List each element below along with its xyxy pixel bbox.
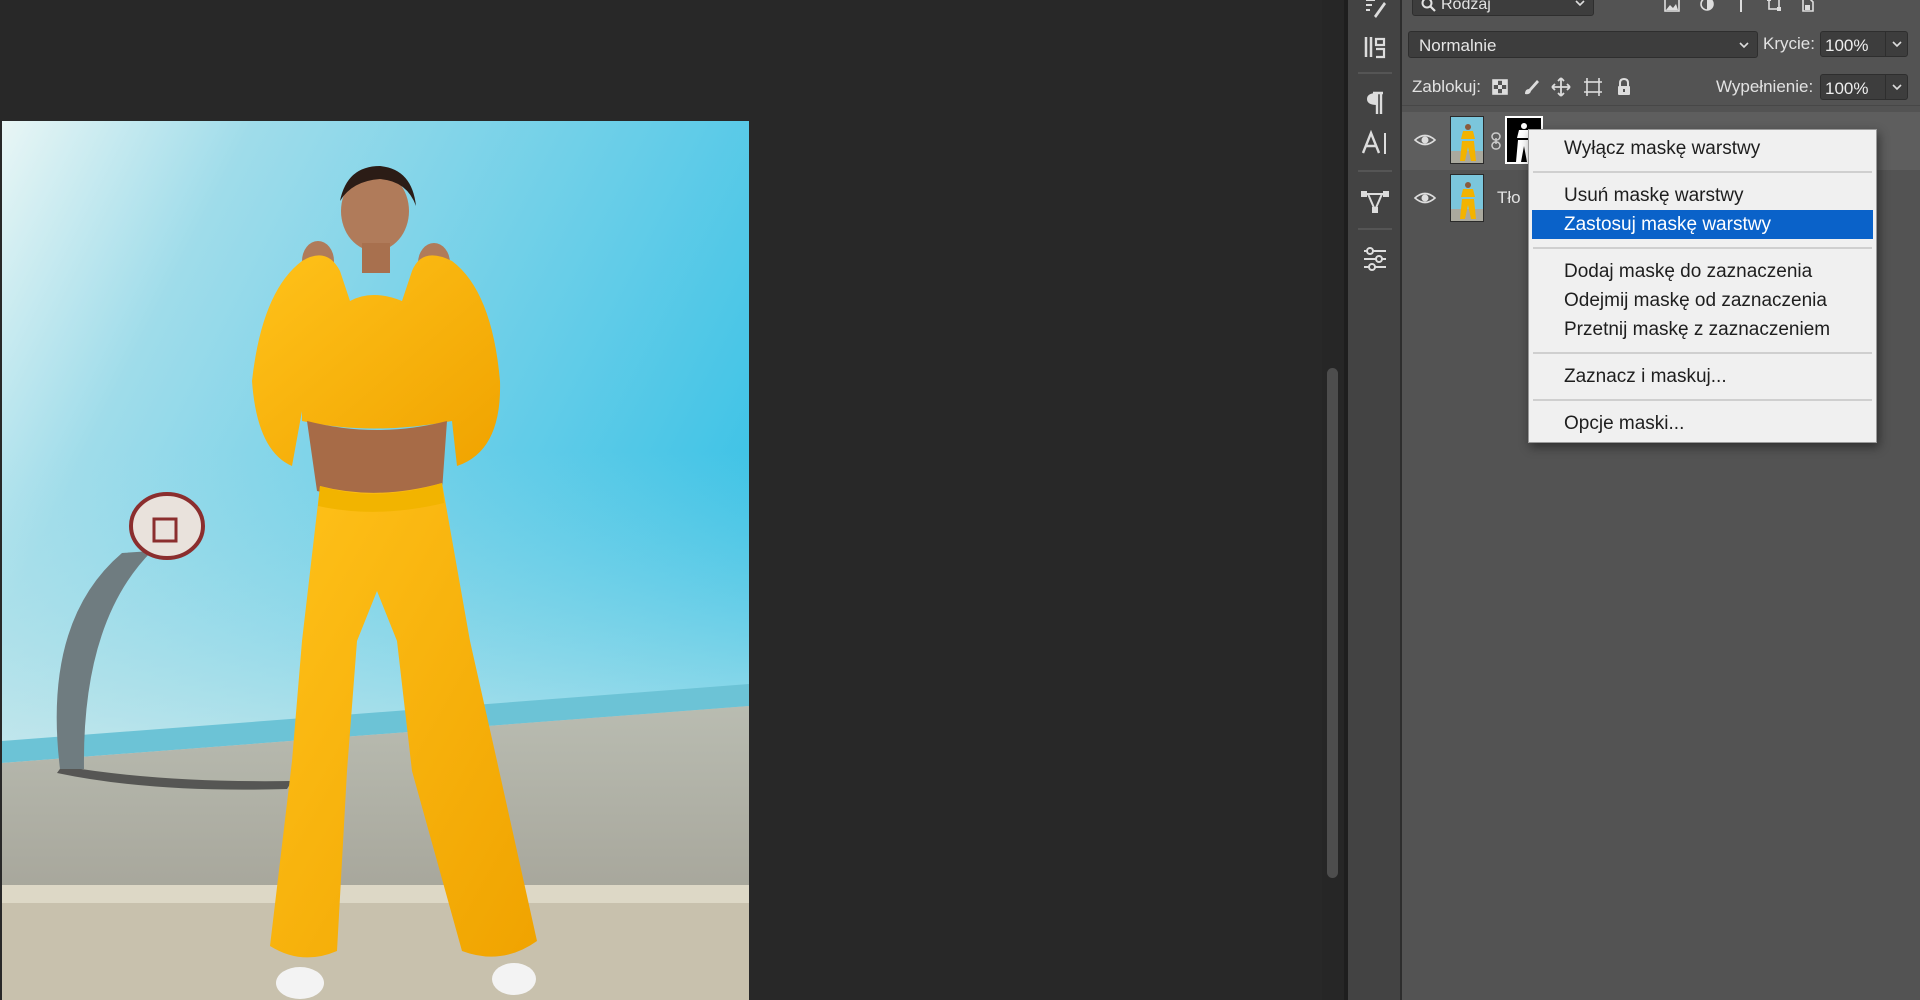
filter-adjustment-icon[interactable] — [1697, 0, 1717, 16]
canvas-scrollbar-thumb[interactable] — [1327, 368, 1338, 878]
clone-source-icon[interactable] — [1358, 30, 1392, 64]
lock-transparent-pixels-icon[interactable] — [1489, 76, 1511, 98]
chevron-down-icon — [1575, 0, 1585, 7]
menu-separator — [1533, 171, 1872, 173]
lock-image-pixels-icon[interactable] — [1520, 76, 1542, 98]
filter-shape-icon[interactable] — [1764, 0, 1784, 16]
menu-item-mask-options[interactable]: Opcje maski... — [1532, 409, 1873, 438]
menu-item-apply-layer-mask[interactable]: Zastosuj maskę warstwy — [1532, 210, 1873, 239]
fill-label: Wypełnienie: — [1716, 77, 1814, 96]
blend-mode-value: Normalnie — [1419, 36, 1497, 55]
chevron-down-icon — [1739, 42, 1749, 49]
lock-artboard-icon[interactable] — [1582, 76, 1604, 98]
layer-name[interactable]: Tło — [1497, 188, 1521, 208]
filter-pixel-icon[interactable] — [1662, 0, 1682, 16]
fill-field[interactable]: 100% — [1820, 74, 1908, 100]
panel-divider-line — [1402, 105, 1920, 106]
mask-link-icon[interactable] — [1490, 132, 1502, 150]
menu-item-delete-layer-mask[interactable]: Usuń maskę warstwy — [1532, 181, 1873, 210]
lock-label: Zablokuj: — [1412, 77, 1481, 96]
filter-type-icon[interactable] — [1731, 0, 1751, 16]
fill-dropdown[interactable] — [1885, 75, 1907, 99]
chevron-down-icon — [1892, 41, 1902, 48]
layer-mask-context-menu: Wyłącz maskę warstwy Usuń maskę warstwy … — [1528, 129, 1877, 443]
opacity-label: Krycie: — [1763, 34, 1815, 53]
visibility-eye-icon[interactable] — [1414, 131, 1436, 149]
menu-separator — [1533, 352, 1872, 354]
menu-item-disable-layer-mask[interactable]: Wyłącz maskę warstwy — [1532, 134, 1873, 163]
brush-settings-icon[interactable] — [1358, 0, 1392, 26]
menu-item-add-mask-to-selection[interactable]: Dodaj maskę do zaznaczenia — [1532, 257, 1873, 286]
layer-thumbnail[interactable] — [1450, 174, 1484, 222]
layer-thumbnail[interactable] — [1450, 116, 1484, 164]
character-icon[interactable] — [1358, 126, 1392, 160]
lock-all-icon[interactable] — [1613, 76, 1635, 98]
layer-filter-label: Rodzaj — [1441, 0, 1491, 13]
blend-mode-select[interactable]: Normalnie — [1408, 31, 1758, 58]
paths-icon[interactable] — [1358, 184, 1392, 218]
opacity-dropdown[interactable] — [1885, 32, 1907, 56]
menu-separator — [1533, 399, 1872, 401]
filter-smart-object-icon[interactable] — [1798, 0, 1818, 16]
layer-filter-select[interactable]: Rodzaj — [1412, 0, 1594, 16]
opacity-value: 100% — [1825, 36, 1869, 55]
menu-item-intersect-mask-with-selection[interactable]: Przetnij maskę z zaznaczeniem — [1532, 315, 1873, 344]
menu-separator — [1533, 247, 1872, 249]
menu-item-subtract-mask-from-selection[interactable]: Odejmij maskę od zaznaczenia — [1532, 286, 1873, 315]
document-photo[interactable] — [2, 121, 749, 1000]
panel-icon-column — [1348, 0, 1402, 1000]
paragraph-icon[interactable] — [1358, 86, 1392, 120]
menu-item-select-and-mask[interactable]: Zaznacz i maskuj... — [1532, 362, 1873, 391]
adjustments-icon[interactable] — [1358, 242, 1392, 276]
lock-position-icon[interactable] — [1550, 76, 1572, 98]
fill-value: 100% — [1825, 79, 1869, 98]
chevron-down-icon — [1892, 84, 1902, 91]
opacity-field[interactable]: 100% — [1820, 31, 1908, 57]
search-icon — [1421, 0, 1436, 12]
visibility-eye-icon[interactable] — [1414, 189, 1436, 207]
